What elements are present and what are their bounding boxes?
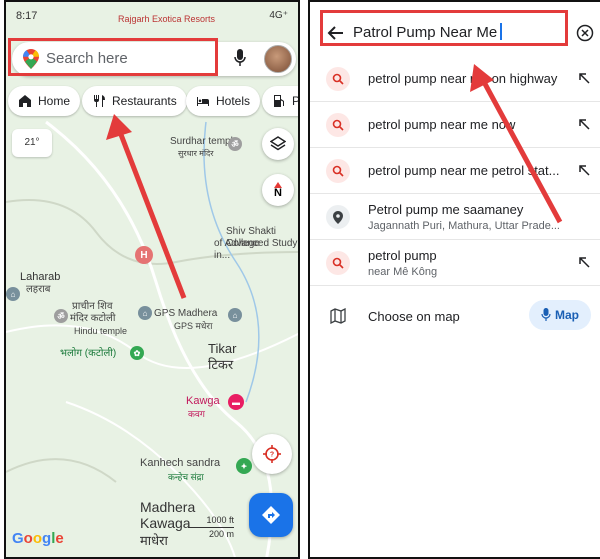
suggestion-title: petrol pump near me petrol stat... <box>368 163 560 178</box>
hospital-icon[interactable]: H <box>135 246 153 264</box>
map-label-shiv-shakti-2: of Advanced Study in... <box>214 238 298 261</box>
suggestion-title: petrol pump near me now <box>368 117 516 132</box>
category-chips: Home Restaurants Hotels Pe <box>6 86 298 116</box>
query-highlight-box <box>320 10 568 46</box>
chip-restaurants[interactable]: Restaurants <box>82 86 187 116</box>
layers-button[interactable] <box>262 128 294 160</box>
school-icon[interactable]: ⌂ <box>138 306 152 320</box>
school-icon[interactable]: ⌂ <box>228 308 242 322</box>
compass-button[interactable]: N <box>262 174 294 206</box>
map-label-hindu-temple: Hindu temple <box>74 326 128 336</box>
map-label-tikar[interactable]: Tikar <box>208 341 236 356</box>
google-logo: Google <box>12 530 64 547</box>
chip-hotels-label: Hotels <box>216 94 251 108</box>
chip-restaurants-label: Restaurants <box>112 94 177 108</box>
my-location-button[interactable]: ? <box>252 434 292 474</box>
chip-petrol-label: Pe <box>292 94 300 108</box>
suggestion-title: petrol pump <box>368 248 437 263</box>
list-item[interactable]: Petrol pump me saamaney Jagannath Puri, … <box>310 194 600 240</box>
list-item[interactable]: petrol pump near me now <box>310 102 600 148</box>
chip-hotels[interactable]: Hotels <box>186 86 261 116</box>
avatar[interactable] <box>264 45 292 73</box>
search-icon <box>326 67 350 91</box>
school-icon[interactable]: ⌂ <box>6 287 20 301</box>
map-label-gps[interactable]: GPS Madhera <box>154 308 217 320</box>
clear-icon[interactable] <box>576 24 594 42</box>
home-icon <box>19 95 31 107</box>
status-time: 8:17 <box>16 10 38 22</box>
map-screen: 8:17 Rajgarh Exotica Resorts 4G⁺ Search … <box>4 0 300 559</box>
temperature-badge: 21° <box>12 129 52 157</box>
hotel-icon[interactable]: ▬ <box>228 394 244 410</box>
map-label-pracheen-2: मंदिर कटोली <box>70 313 116 324</box>
bed-icon <box>197 97 209 106</box>
map-label-gps-hi: GPS मधेरा <box>174 321 213 331</box>
scale-meters: 200 m <box>188 527 234 541</box>
fill-query-arrow-icon[interactable] <box>578 164 590 176</box>
suggestion-subtitle: near Mê Kông <box>368 266 438 278</box>
location-pin-icon <box>326 205 350 229</box>
chip-home[interactable]: Home <box>8 86 81 116</box>
map-button[interactable]: Map <box>529 300 591 330</box>
map-label-laharab-hi: लहराब <box>26 284 51 295</box>
microphone-icon[interactable] <box>234 49 246 67</box>
choose-on-map-label: Choose on map <box>368 309 460 324</box>
om-temple-icon[interactable]: ॐ <box>54 309 68 323</box>
search-icon <box>326 113 350 137</box>
map-icon <box>330 308 346 324</box>
temple-icon[interactable]: ॐ <box>228 137 242 151</box>
map-label-madhera[interactable]: Madhera <box>140 500 195 515</box>
map-label-tikar-hi: टिकर <box>208 357 234 372</box>
park-icon[interactable]: ✿ <box>130 346 144 360</box>
target-location-icon: ? <box>263 445 281 463</box>
network-indicator: 4G⁺ <box>269 10 288 21</box>
svg-text:?: ? <box>270 452 274 459</box>
layers-icon <box>270 136 286 151</box>
search-icon <box>326 159 350 183</box>
map-label-kawga-hi: कवग <box>188 409 205 419</box>
map-label-kawga[interactable]: Kawga <box>186 395 220 407</box>
map-label-bhalog[interactable]: भलोग (कटोली) <box>60 348 116 360</box>
list-item[interactable]: petrol pump near me petrol stat... <box>310 148 600 194</box>
status-place-hint: Rajgarh Exotica Resorts <box>118 14 216 24</box>
list-item[interactable]: petrol pump near me on highway <box>310 56 600 102</box>
suggestion-title: petrol pump near me on highway <box>368 71 558 86</box>
map-label-pracheen: प्राचीन शिव <box>72 301 113 312</box>
suggestion-title: Petrol pump me saamaney <box>368 202 524 217</box>
map-label-kawaga: Kawaga <box>140 515 191 531</box>
fill-query-arrow-icon[interactable] <box>578 72 590 84</box>
map-label-laharab[interactable]: Laharab <box>20 270 60 285</box>
map-label-kanhech[interactable]: Kanhech sandra <box>140 457 220 469</box>
hiking-icon[interactable]: ✦ <box>236 458 252 474</box>
status-bar: 8:17 Rajgarh Exotica Resorts 4G⁺ <box>6 2 298 36</box>
map-label-kanhech-hi: कन्हेच संद्रा <box>168 472 204 482</box>
fill-query-arrow-icon[interactable] <box>578 256 590 268</box>
fork-knife-icon <box>94 95 105 107</box>
map-scale: 1000 ft 200 m <box>188 514 234 541</box>
choose-on-map-row[interactable]: Choose on map Map <box>310 299 600 335</box>
suggestion-subtitle: Jagannath Puri, Mathura, Uttar Prade... <box>368 220 560 232</box>
chip-petrol[interactable]: Pe <box>262 86 300 116</box>
scale-feet: 1000 ft <box>206 515 234 525</box>
map-label-surdhar-hi: सुरधार मंदिर <box>178 149 214 158</box>
list-item[interactable]: petrol pump near Mê Kông <box>310 240 600 286</box>
voice-map-icon <box>541 308 551 321</box>
search-highlight-box <box>8 38 218 76</box>
search-screen: Patrol Pump Near Me petrol pump near me … <box>308 0 600 559</box>
directions-button[interactable] <box>249 493 293 537</box>
fill-query-arrow-icon[interactable] <box>578 118 590 130</box>
chip-home-label: Home <box>38 94 71 108</box>
map-label-madhera-hi: माधेरा <box>140 533 168 548</box>
directions-icon <box>262 506 280 524</box>
gas-station-icon <box>274 95 284 107</box>
compass-label: N <box>274 186 282 199</box>
map-button-label: Map <box>555 308 579 322</box>
search-icon <box>326 251 350 275</box>
